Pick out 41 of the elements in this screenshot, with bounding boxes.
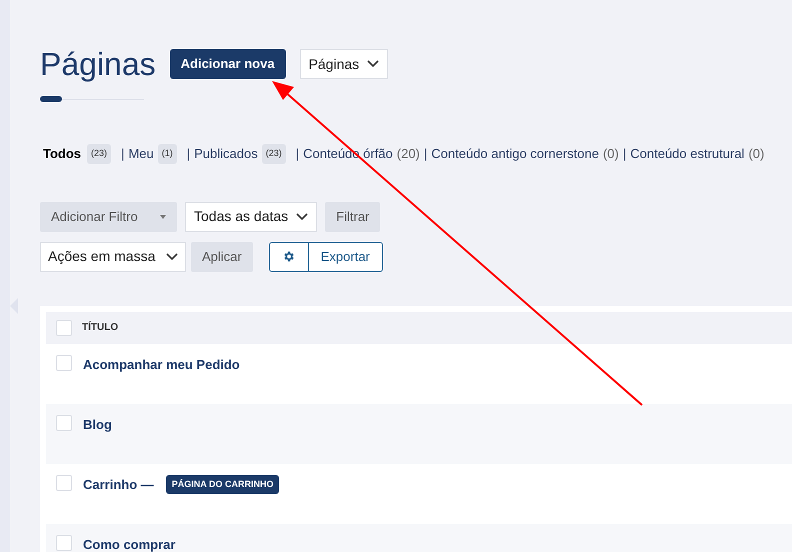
bulk-actions-select[interactable]: Ações em massa xyxy=(40,242,186,272)
chevron-down-icon xyxy=(367,60,380,68)
select-all-checkbox[interactable] xyxy=(56,320,72,336)
count-badge: (23) xyxy=(87,144,112,164)
settings-icon xyxy=(282,250,296,263)
chevron-down-icon xyxy=(166,252,178,260)
type-select[interactable]: Páginas xyxy=(300,49,388,79)
page-title: Páginas xyxy=(40,45,156,84)
separator: | xyxy=(121,145,124,163)
add-new-button[interactable]: Adicionar nova xyxy=(170,49,286,79)
filter-link[interactable]: Publicados xyxy=(194,144,258,164)
separator: | xyxy=(296,145,300,163)
column-header: TÍTULO xyxy=(82,320,118,335)
filter-link[interactable]: Conteúdo antigo cornerstone xyxy=(431,144,599,164)
add-filter-button[interactable]: Adicionar Filtro xyxy=(40,202,177,232)
count: (20) xyxy=(396,145,420,163)
date-select[interactable]: Todas as datas xyxy=(185,202,318,232)
row-checkbox[interactable] xyxy=(56,354,72,370)
count-badge: (23) xyxy=(262,144,286,164)
filter-link[interactable]: Conteúdo estrutural xyxy=(630,144,744,164)
separator: | xyxy=(186,145,190,163)
apply-button[interactable]: Aplicar xyxy=(191,242,253,272)
page-type-tag: PÁGINA DO CARRINHO xyxy=(166,474,280,494)
separator: | xyxy=(622,145,626,163)
separator: | xyxy=(424,145,428,163)
count: (0) xyxy=(602,145,619,163)
page-title-link[interactable]: Blog xyxy=(83,414,112,434)
filter-link[interactable]: Meu xyxy=(128,144,154,164)
caret-icon xyxy=(160,214,166,218)
row-checkbox[interactable] xyxy=(56,534,72,550)
title-underline xyxy=(40,96,62,102)
row-checkbox[interactable] xyxy=(56,474,72,490)
chevron-down-icon xyxy=(296,212,308,220)
filter-link[interactable]: Todos xyxy=(43,144,82,164)
page-title-link[interactable]: Como comprar xyxy=(83,534,176,552)
row-checkbox[interactable] xyxy=(56,414,72,430)
count: (0) xyxy=(748,145,764,163)
count-badge: (1) xyxy=(158,144,177,164)
filter-button[interactable]: Filtrar xyxy=(325,202,380,232)
page-title-link[interactable]: Carrinho — xyxy=(83,474,154,494)
page-title-link[interactable]: Acompanhar meu Pedido xyxy=(83,354,240,374)
